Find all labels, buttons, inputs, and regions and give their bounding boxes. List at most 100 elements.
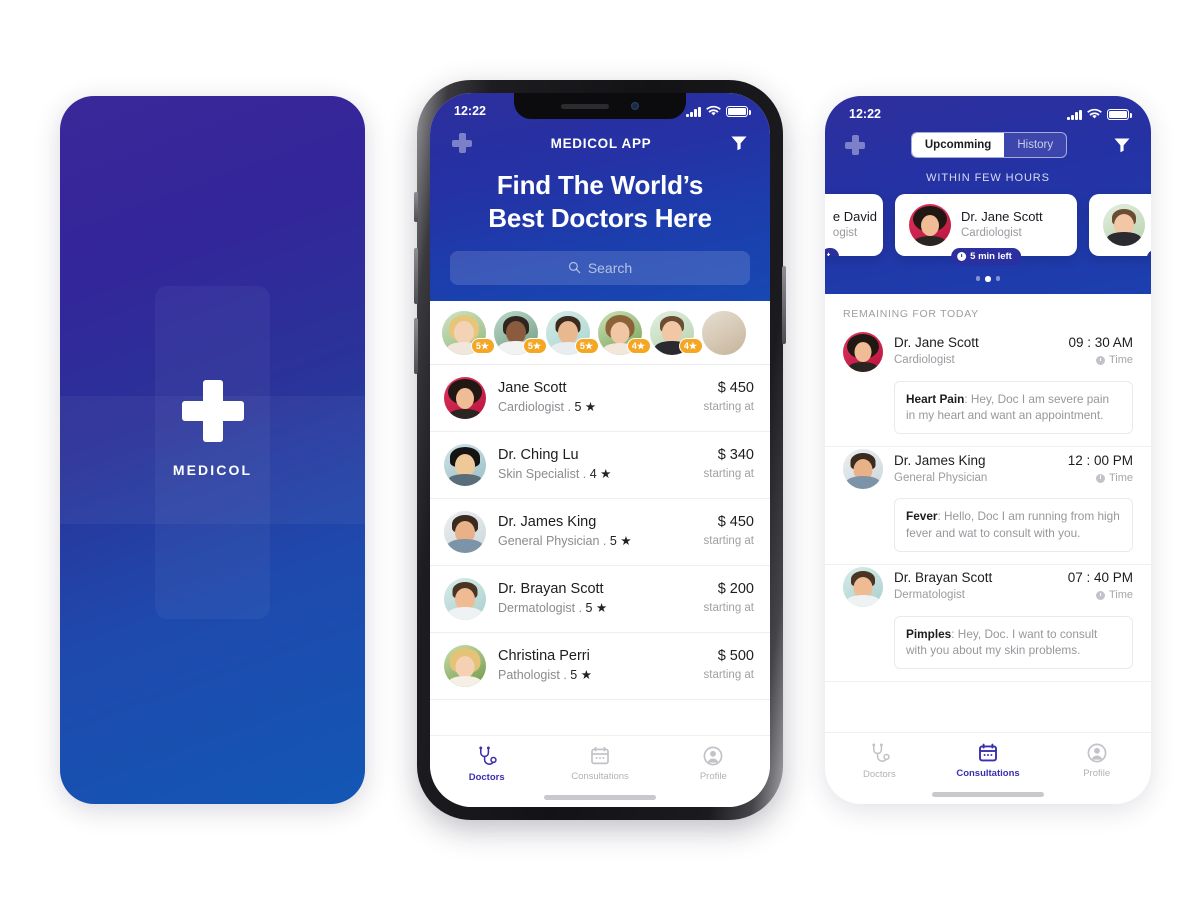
dot[interactable] [975,276,981,281]
doctor-info: Jane Scott Cardiologist . 5 ★ [498,379,692,417]
notch [514,93,686,119]
calendar-icon [979,743,997,762]
top-doctor-chip[interactable]: 5★ [442,310,495,355]
top-doctor-chip[interactable]: 5★ [494,310,547,355]
appointment-carousel[interactable]: e David ogist t Dr. Jane Sc [825,194,1151,265]
doctor-name: Dr. Ching Lu [498,446,579,463]
clock-icon [1095,473,1105,483]
dot[interactable] [995,276,1001,281]
note-title: Pimples [906,626,952,641]
clock-icon [1095,591,1105,601]
doctor-info: Dr. Brayan Scott Dermatologist . 5 ★ [498,580,692,618]
note-title: Heart Pain [906,391,965,406]
avatar [444,577,486,620]
brand-name: MEDICOL [172,462,253,478]
doctor-price-group: $ 450 starting at [704,513,755,550]
stethoscope-icon [479,746,497,765]
doctor-specialty: General Physician [894,471,988,484]
carousel-card-next[interactable] [1089,194,1151,256]
search-input[interactable]: Search [450,250,750,285]
carousel-card-active[interactable]: Dr. Jane Scott Cardiologist 5 min left [895,194,1077,265]
medical-cross-icon[interactable] [845,135,865,155]
avatar [444,443,486,486]
price-note: starting at [703,601,755,614]
avatar [1103,204,1145,246]
cellular-bars-icon [1067,109,1082,120]
tab-doctors[interactable]: Doctors [430,746,543,783]
price: $ 500 [717,648,754,665]
table-row[interactable]: Dr. Brayan Scott Dermatologist . 5 ★ $ 2… [430,566,770,633]
price: $ 450 [717,514,754,531]
table-row[interactable]: Jane Scott Cardiologist . 5 ★ $ 450 star… [430,365,770,432]
appointment-time-group: 07 : 40 PM Time [1068,569,1133,604]
power-button[interactable] [782,266,786,344]
time-label: Time [1108,589,1133,602]
avatar [444,644,486,687]
headline-line-1: Find The World’s [496,170,704,200]
tab-doctors[interactable]: Doctors [825,743,934,780]
time-label-row: Time [1068,352,1133,369]
top-doctor-chip[interactable]: 4★ [650,310,703,355]
list-item[interactable]: Dr. Jane Scott Cardiologist 09 : 30 AM T… [825,330,1151,447]
status-bar: 12:22 [825,96,1151,126]
splash-screen-phone: MEDICOL [60,96,365,804]
time-label: Time [1108,354,1133,367]
appointment-time: 07 : 40 PM [1067,570,1133,586]
price-note: starting at [703,400,755,413]
medical-cross-icon[interactable] [452,133,472,153]
list-item[interactable]: Dr. Brayan Scott Dermatologist 07 : 40 P… [825,565,1151,682]
appointment-header: Dr. Brayan Scott Dermatologist 07 : 40 P… [843,566,1133,607]
rating-badge: 4★ [626,338,651,354]
clock-icon [957,252,967,261]
tab-profile[interactable]: Profile [657,746,770,782]
table-row[interactable]: Dr. James King General Physician . 5 ★ $… [430,499,770,566]
top-doctor-chip[interactable]: 5★ [546,310,599,355]
rating-badge: 4★ [678,338,703,354]
segmented-control[interactable]: Upcomming History [910,132,1068,158]
filter-funnel-icon[interactable] [1113,136,1131,154]
table-row[interactable]: Dr. Ching Lu Skin Specialist . 4 ★ $ 340… [430,432,770,499]
doctor-name: Christina Perri [498,647,590,664]
home-indicator[interactable] [932,792,1044,797]
home-indicator[interactable] [544,795,656,800]
top-doctor-chip[interactable]: 4★ [598,310,651,355]
carousel-card-previous[interactable]: e David ogist t [825,194,883,256]
time-left-badge [1147,250,1151,256]
list-label: REMAINING FOR TODAY [843,307,979,320]
battery-full-icon [726,106,751,117]
tab-consultations[interactable]: Consultations [934,743,1043,779]
battery-full-icon [1107,109,1132,120]
tab-profile[interactable]: Profile [1042,743,1151,779]
tab-label: Doctors [862,769,896,780]
top-doctor-chip-partial[interactable] [702,310,746,355]
doctor-specialty: ogist [832,227,858,240]
list-item[interactable]: Dr. James King General Physician 12 : 00… [825,447,1151,565]
headline-line-2: Best Doctors Here [488,202,712,233]
middle-navbar: MEDICOL APP [430,123,770,155]
price-note: starting at [703,668,755,681]
filter-funnel-icon[interactable] [730,134,748,152]
top-doctors-strip[interactable]: 5★ 5★ 5★ 4★ 4★ [430,300,770,365]
rating-badge: 5★ [574,338,599,354]
tab-history[interactable]: History [1004,133,1066,157]
doctor-specialty: Dermatologist [894,589,965,602]
dot-active[interactable] [985,276,991,282]
doctor-specialty: Cardiologist [894,354,955,367]
time-left-badge: t [825,248,840,256]
doctor-name: Jane Scott [498,379,567,396]
volume-down-button[interactable] [414,318,418,374]
avatar [843,331,883,372]
status-time: 12:22 [849,107,881,121]
status-indicators [686,105,751,117]
search-icon [568,261,581,274]
time-left-text: 5 min left [970,251,1012,262]
tab-label: Consultations [571,771,629,782]
cellular-bars-icon [686,106,701,117]
price: $ 450 [717,380,754,397]
time-left-badge: 5 min left [951,248,1021,265]
table-row[interactable]: Christina Perri Pathologist . 5 ★ $ 500 … [430,633,770,700]
tab-upcomming[interactable]: Upcomming [911,133,1005,157]
status-time: 12:22 [454,104,486,118]
tab-consultations[interactable]: Consultations [543,746,656,782]
mockup-canvas: MEDICOL 12:22 MEDICOL APP Find The World… [0,0,1200,900]
